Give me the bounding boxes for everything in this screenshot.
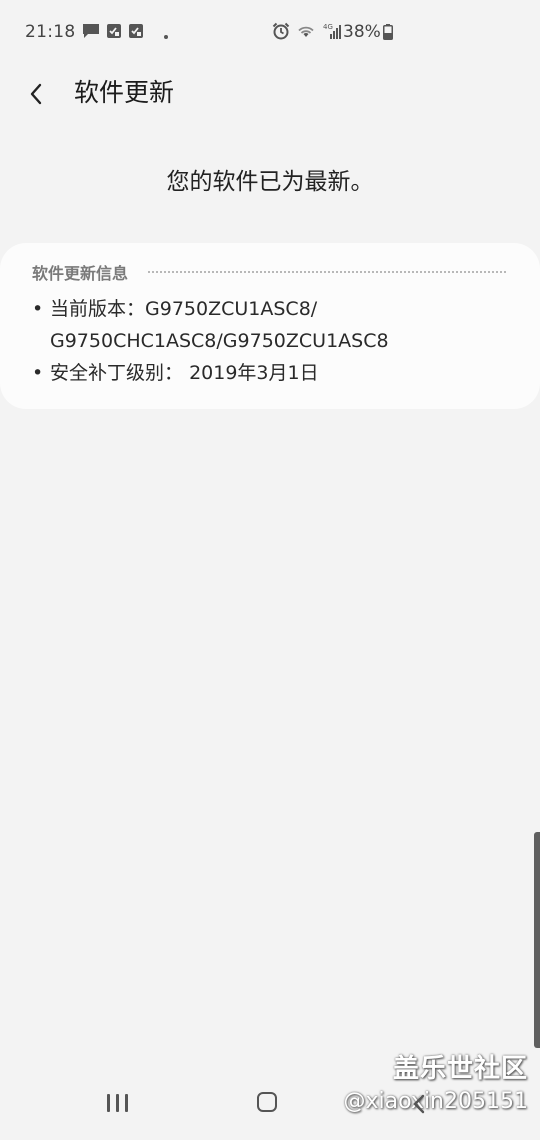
info-list: • 当前版本：G9750ZCU1ASC8/ G9750CHC1ASC8/G975… [32,293,508,389]
status-time: 21:18 [25,22,76,42]
battery-percentage: 38% [343,22,381,42]
current-version-value-line1: G9750ZCU1ASC8/ [145,298,318,320]
scroll-handle[interactable] [534,832,540,1048]
status-bar: 21:18 4G 38% [0,0,540,66]
software-info-card: 软件更新信息 • 当前版本：G9750ZCU1ASC8/ G9750CHC1AS… [0,243,540,409]
security-patch-item: • 安全补丁级别： 2019年3月1日 [32,357,508,389]
page-title: 软件更新 [74,78,175,107]
svg-text:4G: 4G [323,23,333,31]
card-header: 软件更新信息 [32,259,508,285]
alarm-icon [272,22,290,45]
nav-back-icon [413,1094,425,1114]
message-icon [82,23,100,44]
recents-button[interactable] [104,1094,130,1118]
bullet: • [32,362,44,384]
navigation-bar [0,1080,540,1140]
signal-4g-icon: 4G [322,22,342,45]
calendar-check-icon-2 [128,23,144,44]
recents-icon-bar [124,1094,128,1112]
home-button[interactable] [257,1092,277,1112]
card-divider [148,271,506,273]
current-version-value-line2: G9750CHC1ASC8/G9750ZCU1ASC8 [50,330,389,352]
current-version-item: • 当前版本：G9750ZCU1ASC8/ G9750CHC1ASC8/G975… [32,293,508,357]
app-header: 软件更新 [0,66,540,122]
current-version-label: 当前版本： [50,298,146,320]
dot-icon [164,24,168,44]
status-right-icons: 4G [272,22,342,45]
security-patch-label: 安全补丁级别： [50,362,184,384]
recents-icon-bar [106,1094,110,1112]
bullet: • [32,298,44,320]
card-title: 软件更新信息 [32,264,129,283]
calendar-check-icon [106,23,122,44]
notification-icons [82,23,168,44]
status-message: 您的软件已为最新。 [166,169,374,195]
back-button[interactable] [18,76,54,112]
battery-icon [383,24,393,45]
security-patch-value: 2019年3月1日 [189,362,319,384]
chevron-left-icon [30,83,42,105]
nav-back-button[interactable] [408,1092,430,1116]
wifi-icon [296,23,316,44]
recents-icon-bar [115,1094,119,1112]
